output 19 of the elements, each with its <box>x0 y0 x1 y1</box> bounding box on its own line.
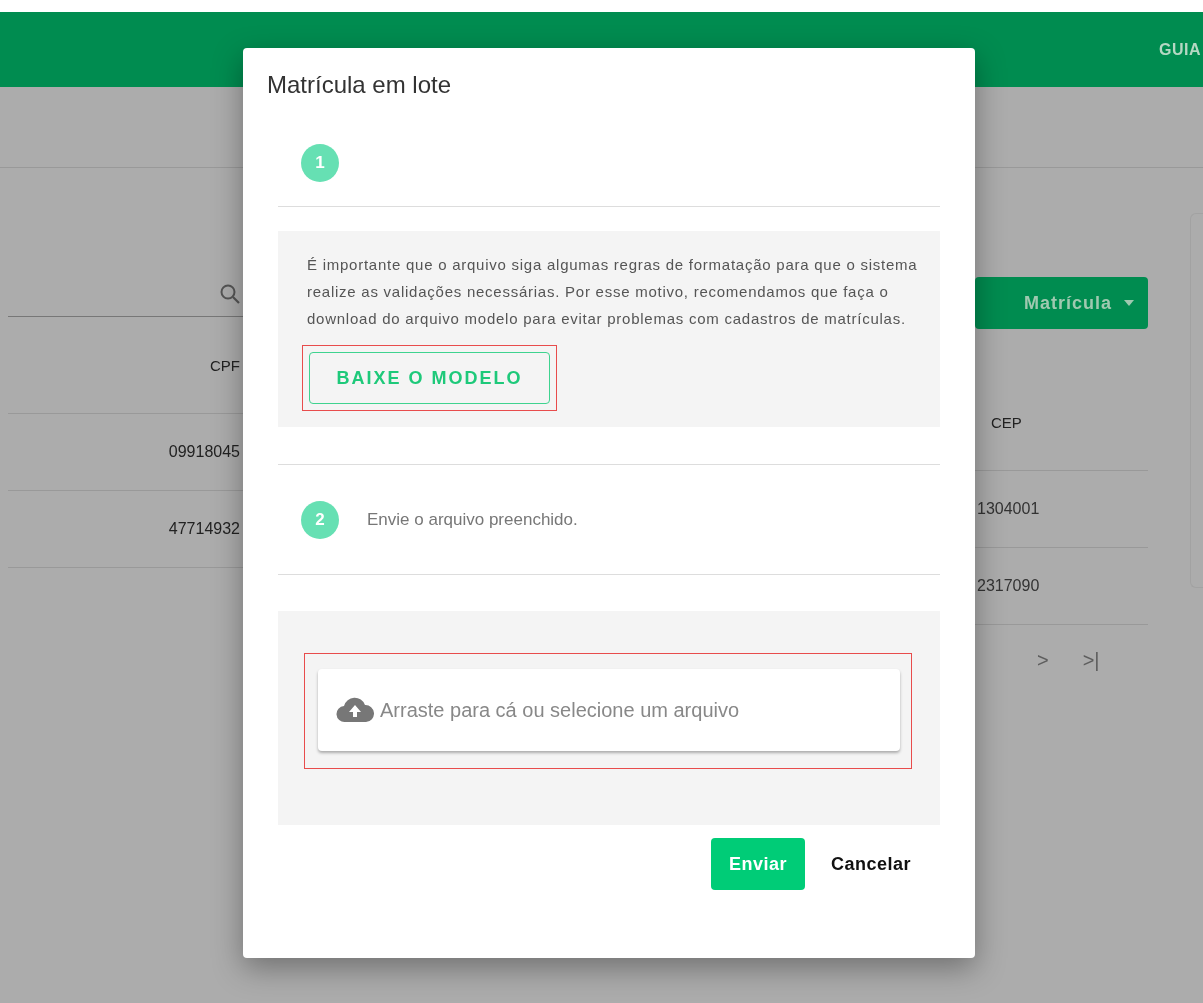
step-number: 2 <box>301 500 339 539</box>
pagination-link[interactable]: >| <box>1082 649 1100 672</box>
cancel-button[interactable]: Cancelar <box>818 838 923 890</box>
dropzone-text: Arraste para cá ou selecione um arquivo <box>380 698 740 722</box>
enrollment-button[interactable]: Matrícula <box>975 277 1148 329</box>
upload-cloud-icon <box>336 697 374 723</box>
step-number: 1 <box>301 144 339 182</box>
table-cell: 47714932 <box>168 520 240 538</box>
pagination-link[interactable]: > <box>1037 649 1049 672</box>
step-label: Envie o arquivo preenchido. <box>367 509 578 530</box>
dialog-title: Matrícula em lote <box>267 71 452 99</box>
caret-icon <box>1124 300 1134 306</box>
file-dropzone[interactable]: Arraste para cá ou selecione um arquivo <box>318 669 900 751</box>
search-icon <box>218 282 242 306</box>
table-cell: 09918045 <box>168 443 240 461</box>
menu-item[interactable]: GUIA <box>1159 40 1201 59</box>
download-template-button[interactable]: BAIXE O MODELO <box>309 352 550 404</box>
info-text: É importante que o arquivo siga algumas regras de formatação para que o sistema realize as validações necessárias. Por esse motivo, recomendamos que faça o download do arquivo modelo para evitar problemas com cadastros de matrículas. <box>307 255 919 329</box>
send-button[interactable]: Enviar <box>710 838 805 890</box>
